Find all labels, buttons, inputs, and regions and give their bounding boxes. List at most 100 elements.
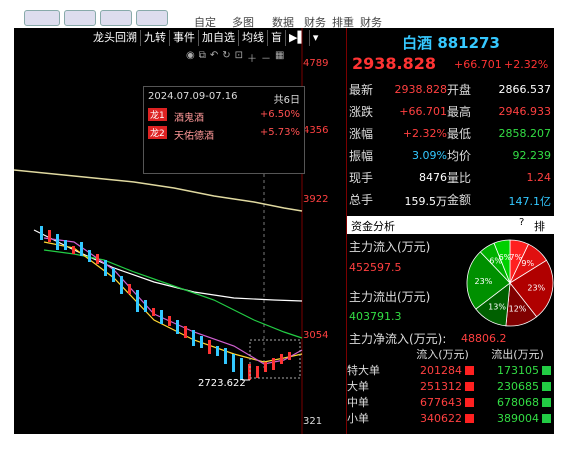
outflow-value: 403791.3	[349, 310, 402, 323]
inflow-cell: 201284	[420, 363, 462, 377]
quote-row: 最新 2938.828 开盘 2866.537	[347, 78, 554, 100]
fund-flow-table: 流入(万元) 流出(万元) 特大单 201284 173105 大单 251312 230…	[347, 346, 554, 426]
net-inflow-value: 48806.2	[461, 332, 507, 345]
flow-row: 大单 251312 230685	[347, 378, 554, 394]
quote-row: 现手 8476 量比 1.24	[347, 166, 554, 188]
dragon-badge: 龙1	[148, 108, 167, 121]
quote-value: 92.239	[512, 149, 552, 162]
inflow-label: 主力流入(万元)	[349, 240, 431, 254]
inflow-swatch	[465, 398, 474, 407]
price-tick: 4789	[303, 58, 329, 69]
quote-label: 现手	[349, 171, 374, 185]
inflow-swatch	[465, 382, 474, 391]
quote-value: 2938.828	[394, 83, 448, 96]
order-size-label: 特大单	[347, 364, 380, 377]
outflow-cell: 678068	[497, 395, 539, 409]
outflow-cell: 389004	[497, 411, 539, 425]
flow-row: 小单 340622 389004	[347, 410, 554, 426]
order-size-label: 小单	[347, 412, 369, 425]
pie-slice-label: 6%	[499, 253, 512, 262]
pie-slice-label: 23%	[475, 277, 493, 286]
inflow-cell: 251312	[420, 379, 462, 393]
low-price-label: 2723.622	[198, 378, 246, 389]
outflow-swatch	[542, 398, 551, 407]
kline-chart[interactable]: 龙头回溯 九转 事件 加自选 均线 盲 ▶▌ ▾ ◉ ⧉ ↶ ↻ ⊡ ＋ － ▦	[14, 28, 346, 434]
stock-pct: +6.50%	[259, 109, 300, 120]
inflow-swatch	[465, 414, 474, 423]
nav-button-3[interactable]	[100, 10, 132, 26]
outflow-cell: 230685	[497, 379, 539, 393]
help-icon[interactable]: ?	[519, 217, 524, 228]
flow-row: 特大单 201284 173105	[347, 362, 554, 378]
quote-value: +2.32%	[402, 127, 447, 140]
price-tick: 3054	[303, 330, 329, 341]
outflow-swatch	[542, 382, 551, 391]
dragon-info-box[interactable]: 2024.07.09-07.16 共6日 龙1 酒鬼酒 +6.50% 龙2 天佑…	[143, 86, 305, 174]
outflow-label: 主力流出(万元)	[349, 290, 431, 304]
quote-label: 最新	[349, 83, 374, 97]
candles	[40, 226, 291, 380]
date-range: 2024.07.09-07.16	[148, 91, 238, 102]
quote-value: 3.09%	[412, 149, 447, 162]
day-count: 共6日	[273, 95, 300, 106]
stock-name: 酒鬼酒	[174, 113, 204, 124]
quote-label: 总手	[349, 193, 374, 207]
fund-title: 资金分析	[351, 220, 395, 233]
pie-slice-label: 9%	[521, 259, 534, 268]
dragon-row[interactable]: 龙1 酒鬼酒 +6.50%	[148, 107, 300, 124]
quote-label: 振幅	[349, 149, 374, 163]
top-nav: 自定 多图 数据 财务 排重 财务	[14, 0, 554, 29]
nav-button-2[interactable]	[64, 10, 96, 26]
quote-panel: 白酒 881273 2938.828 +66.701 +2.32% 最新 2938…	[346, 28, 554, 434]
quote-row: 总手 159.5万 金额 147.1亿	[347, 188, 554, 210]
pie-slice-label: 12%	[509, 305, 527, 314]
quote-label: 量比	[447, 171, 472, 185]
window-margin	[554, 0, 569, 449]
quote-value: +66.701	[399, 105, 447, 118]
outflow-swatch	[542, 366, 551, 375]
quote-row: 振幅 3.09% 均价 92.239	[347, 144, 554, 166]
nav-button-1[interactable]	[24, 10, 60, 26]
quote-label: 金额	[447, 193, 472, 207]
quote-value: 2866.537	[498, 83, 552, 96]
quote-label: 开盘	[447, 83, 472, 97]
quote-value: 159.5万	[404, 195, 448, 208]
pie-slice-label: 23%	[527, 284, 545, 293]
price-tick: 321	[303, 416, 323, 427]
order-size-label: 中单	[347, 396, 369, 409]
outflow-header: 流出(万元)	[491, 348, 544, 361]
stock-name: 天佑德酒	[174, 131, 214, 142]
dragon-row[interactable]: 龙2 天佑德酒 +5.73%	[148, 125, 300, 142]
fund-pie-chart: 7%9%23%12%13%23%6%6%	[466, 239, 554, 327]
net-inflow-label: 主力净流入(万元):	[349, 332, 447, 346]
inflow-cell: 340622	[420, 411, 462, 425]
quote-label: 最低	[447, 127, 472, 141]
quote-value: 1.24	[526, 171, 552, 184]
app-window: 自定 多图 数据 财务 排重 财务 龙头回溯 九转 事件 加自选 均线 盲 ▶▌…	[14, 0, 554, 434]
price-change: +66.701	[454, 58, 502, 71]
outflow-cell: 173105	[497, 363, 539, 377]
quote-label: 均价	[447, 149, 472, 163]
quote-row: 涨跌 +66.701 最高 2946.933	[347, 100, 554, 122]
flow-row: 中单 677643 678068	[347, 394, 554, 410]
quote-label: 涨幅	[349, 127, 374, 141]
quote-value: 2946.933	[498, 105, 552, 118]
inflow-value: 452597.5	[349, 261, 402, 274]
fund-analysis-header: 资金分析 ? 排名	[347, 216, 554, 249]
pie-slice-label: 13%	[488, 302, 506, 311]
index-title: 白酒 881273	[402, 34, 500, 52]
outflow-swatch	[542, 414, 551, 423]
inflow-header: 流入(万元)	[416, 348, 469, 361]
nav-button-4[interactable]	[136, 10, 168, 26]
quote-label: 最高	[447, 105, 472, 119]
order-size-label: 大单	[347, 380, 369, 393]
price-tick: 3922	[303, 194, 329, 205]
price-tick: 4356	[303, 125, 329, 136]
quote-label: 涨跌	[349, 105, 374, 119]
dragon-badge: 龙2	[148, 126, 167, 139]
quote-value: 2858.207	[498, 127, 552, 140]
stock-pct: +5.73%	[259, 127, 300, 138]
quote-value: 8476	[419, 171, 447, 184]
price-change-pct: +2.32%	[504, 58, 549, 71]
quote-row: 涨幅 +2.32% 最低 2858.207	[347, 122, 554, 144]
